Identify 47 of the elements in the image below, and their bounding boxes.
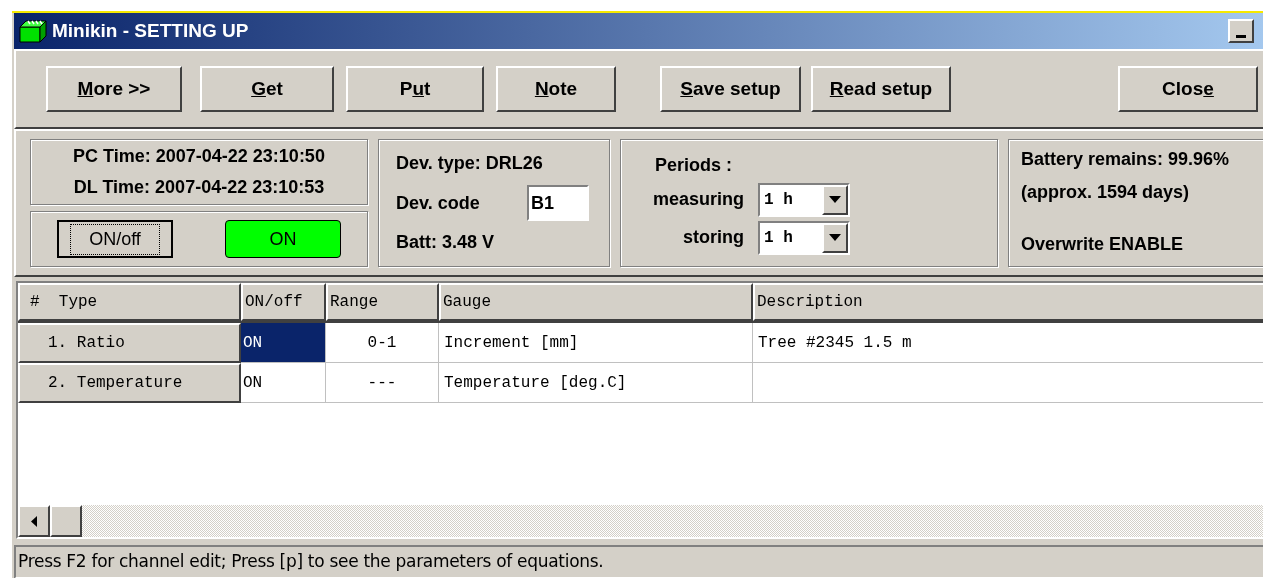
table-cell: Tree #2345 1.5 m xyxy=(753,323,1263,363)
periods-label: Periods : xyxy=(655,153,734,177)
dropdown-arrow-icon xyxy=(829,234,841,241)
table-cell[interactable]: ON xyxy=(241,323,326,363)
minimize-button[interactable] xyxy=(1228,19,1254,43)
column-header[interactable]: ON/off xyxy=(241,283,326,321)
scroll-left-button[interactable] xyxy=(18,505,50,537)
overwrite-label: Overwrite ENABLE xyxy=(1021,233,1185,256)
row-header[interactable]: 2. Temperature xyxy=(18,363,241,403)
battery-remains-label: Battery remains: 99.96% xyxy=(1021,148,1231,171)
column-header[interactable]: Gauge xyxy=(439,283,753,321)
minimize-icon xyxy=(1236,35,1246,38)
table-cell: Increment [mm] xyxy=(439,323,753,363)
table-cell: 0-1 xyxy=(326,323,439,363)
period-label: storing xyxy=(682,226,744,249)
device-type-label: Dev. type: DRL26 xyxy=(396,152,544,175)
power-status-indicator: ON xyxy=(225,220,341,258)
row-header[interactable]: 1. Ratio xyxy=(18,323,241,363)
column-header[interactable]: Range xyxy=(326,283,439,321)
app-icon xyxy=(18,18,48,44)
status-bar: Press F2 for channel edit; Press [p] to see the parameters of equations. xyxy=(14,545,1263,578)
period-dropdown[interactable]: 1 h xyxy=(758,220,850,255)
toolbar-button[interactable]: Note xyxy=(496,66,616,112)
device-code-label: Dev. code xyxy=(396,191,480,215)
dropdown-arrow-icon xyxy=(829,196,841,203)
toolbar-button[interactable]: Put xyxy=(346,66,484,112)
dl-time-label: DL Time: 2007-04-22 23:10:53 xyxy=(73,176,325,199)
battery-days-label: (approx. 1594 days) xyxy=(1021,181,1191,204)
table-cell[interactable]: ON xyxy=(241,363,326,403)
column-header[interactable]: Description xyxy=(753,283,1263,321)
toolbar-button[interactable]: More >> xyxy=(46,66,182,112)
period-dropdown[interactable]: 1 h xyxy=(758,182,850,217)
toolbar-button[interactable]: Save setup xyxy=(660,66,801,112)
device-code-field[interactable]: B1 xyxy=(527,185,589,221)
toolbar-button[interactable]: Get xyxy=(200,66,334,112)
period-label: measuring xyxy=(651,188,744,211)
left-arrow-icon xyxy=(31,515,37,527)
column-header[interactable]: # Type xyxy=(18,283,241,321)
on-off-button[interactable]: ON/off xyxy=(57,220,173,258)
pc-time-label: PC Time: 2007-04-22 23:10:50 xyxy=(73,145,325,168)
table-cell: --- xyxy=(326,363,439,403)
table-cell: Temperature [deg.C] xyxy=(439,363,753,403)
window-title: Minikin - SETTING UP xyxy=(52,18,249,43)
toolbar-button[interactable]: Close xyxy=(1118,66,1258,112)
scrollbar-thumb[interactable] xyxy=(50,505,82,537)
toolbar-button[interactable]: Read setup xyxy=(811,66,951,112)
battery-voltage-label: Batt: 3.48 V xyxy=(396,231,496,254)
